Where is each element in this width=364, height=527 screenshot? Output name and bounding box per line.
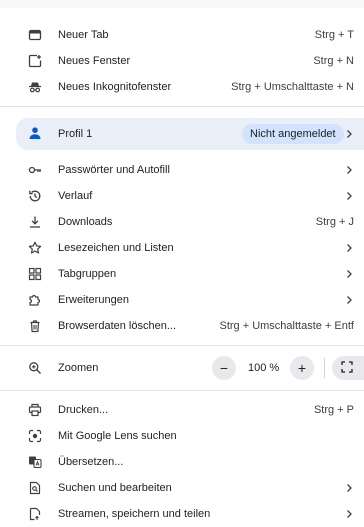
menu-item-print[interactable]: Drucken... Strg + P	[0, 397, 364, 423]
zoom-level-value: 100 %	[248, 362, 280, 374]
menu-item-translate[interactable]: Übersetzen...	[0, 449, 364, 475]
menu-item-label: Mit Google Lens suchen	[58, 430, 177, 442]
chrome-main-menu: Neuer Tab Strg + T Neues Fenster Strg + …	[0, 0, 364, 524]
menu-top-edge	[0, 0, 364, 8]
tab-groups-icon	[28, 267, 42, 281]
shortcut-text: Strg + Umschalttaste + N	[231, 81, 354, 93]
menu-item-label: Suchen und bearbeiten	[58, 482, 172, 494]
menu-item-label: Downloads	[58, 216, 113, 228]
menu-item-cast-save-share[interactable]: Streamen, speichern und teilen	[0, 501, 364, 527]
zoom-icon	[28, 361, 42, 375]
zoom-divider	[324, 358, 325, 378]
incognito-icon	[28, 80, 42, 94]
chevron-right-icon	[344, 295, 354, 305]
profile-row[interactable]: Profil 1 Nicht angemeldet	[16, 118, 364, 150]
menu-item-extensions[interactable]: Erweiterungen	[0, 287, 364, 313]
menu-separator	[0, 345, 364, 346]
menu-item-passwords[interactable]: Passwörter und Autofill	[0, 157, 364, 183]
menu-item-label: Browserdaten löschen...	[58, 320, 177, 332]
person-icon	[28, 126, 42, 140]
fullscreen-button[interactable]	[332, 356, 364, 380]
chevron-right-icon	[344, 243, 354, 253]
menu-item-new-window[interactable]: Neues Fenster Strg + N	[0, 48, 364, 74]
shortcut-text: Strg + Umschalttaste + Entf	[219, 320, 354, 332]
print-icon	[28, 403, 42, 417]
history-icon	[28, 189, 42, 203]
menu-item-label: Drucken...	[58, 404, 109, 416]
chevron-right-icon	[344, 269, 354, 279]
menu-item-label: Neues Inkognitofenster	[58, 81, 172, 93]
shortcut-text: Strg + T	[314, 29, 354, 41]
menu-item-label: Neuer Tab	[58, 29, 109, 41]
new-tab-icon	[28, 28, 42, 42]
menu-item-new-tab[interactable]: Neuer Tab Strg + T	[0, 22, 364, 48]
fullscreen-icon	[341, 360, 353, 376]
menu-item-label: Neues Fenster	[58, 55, 131, 67]
chevron-right-icon	[344, 483, 354, 493]
download-icon	[28, 215, 42, 229]
profile-name: Profil 1	[58, 128, 93, 140]
menu-separator	[0, 106, 364, 107]
menu-item-label: Streamen, speichern und teilen	[58, 508, 211, 520]
menu-item-bookmarks[interactable]: Lesezeichen und Listen	[0, 235, 364, 261]
menu-item-google-lens[interactable]: Mit Google Lens suchen	[0, 423, 364, 449]
menu-item-label: Lesezeichen und Listen	[58, 242, 174, 254]
star-icon	[28, 241, 42, 255]
zoom-out-button[interactable]: −	[212, 356, 236, 380]
menu-item-clear-browsing-data[interactable]: Browserdaten löschen... Strg + Umschaltt…	[0, 313, 364, 339]
chevron-right-icon	[344, 509, 354, 519]
menu-item-label: Passwörter und Autofill	[58, 164, 170, 176]
shortcut-text: Strg + N	[313, 55, 354, 67]
menu-item-label: Übersetzen...	[58, 456, 124, 468]
translate-icon	[28, 455, 42, 469]
menu-item-incognito[interactable]: Neues Inkognitofenster Strg + Umschaltta…	[0, 74, 364, 100]
menu-item-downloads[interactable]: Downloads Strg + J	[0, 209, 364, 235]
menu-item-label: Erweiterungen	[58, 294, 129, 306]
chevron-right-icon	[344, 165, 354, 175]
menu-item-tab-groups[interactable]: Tabgruppen	[0, 261, 364, 287]
sign-in-status-badge: Nicht angemeldet	[242, 124, 344, 144]
menu-item-find-and-edit[interactable]: Suchen und bearbeiten	[0, 475, 364, 501]
lens-icon	[28, 429, 42, 443]
find-icon	[28, 481, 42, 495]
puzzle-icon	[28, 293, 42, 307]
menu-separator	[0, 390, 364, 391]
trash-icon	[28, 319, 42, 333]
zoom-label: Zoomen	[58, 362, 99, 374]
menu-item-history[interactable]: Verlauf	[0, 183, 364, 209]
shortcut-text: Strg + J	[315, 216, 354, 228]
chevron-right-icon	[344, 129, 354, 139]
menu-item-zoom: Zoomen − 100 % +	[0, 355, 364, 381]
menu-item-label: Tabgruppen	[58, 268, 117, 280]
key-icon	[28, 163, 42, 177]
shortcut-text: Strg + P	[313, 404, 354, 416]
cast-icon	[28, 507, 42, 521]
zoom-in-button[interactable]: +	[290, 356, 314, 380]
chevron-right-icon	[344, 191, 354, 201]
new-window-icon	[28, 54, 42, 68]
menu-item-label: Verlauf	[58, 190, 93, 202]
